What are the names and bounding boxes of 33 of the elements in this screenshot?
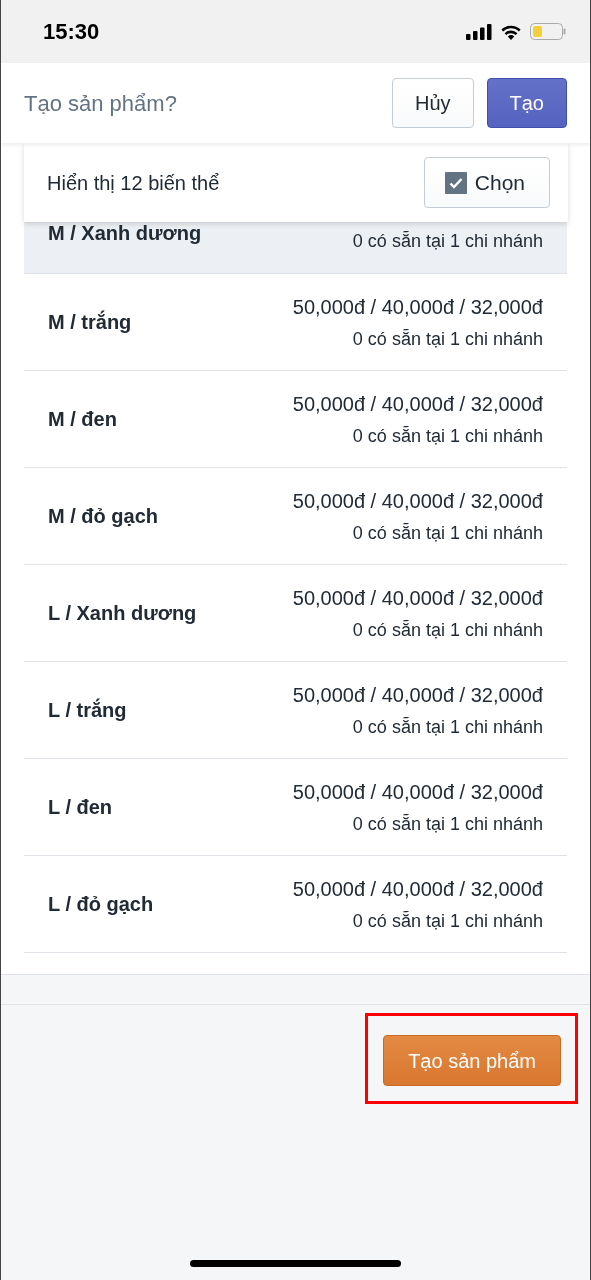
variant-name: L / đen bbox=[48, 795, 113, 820]
cancel-button[interactable]: Hủy bbox=[391, 78, 474, 128]
variant-price: 50,000đ / 40,000đ / 32,000đ bbox=[292, 585, 543, 611]
variant-count-text: Hiển thị 12 biến thể bbox=[47, 170, 220, 196]
variant-stock: 0 có sẵn tại 1 chi nhánh bbox=[351, 618, 543, 642]
variant-name: M / đỏ gạch bbox=[48, 504, 158, 529]
variant-price: 50,000đ / 40,000đ / 32,000đ bbox=[292, 876, 543, 902]
variant-stock: 0 có sẵn tại 1 chi nhánh bbox=[351, 715, 543, 739]
variant-price: 50,000đ / 40,000đ / 32,000đ bbox=[292, 779, 543, 805]
signal-icon bbox=[466, 23, 492, 40]
variant-stock: 0 có sẵn tại 1 chi nhánh bbox=[351, 327, 543, 351]
variant-stock: 0 có sẵn tại 1 chi nhánh bbox=[351, 909, 543, 933]
battery-icon bbox=[530, 23, 566, 40]
variant-row[interactable]: M / Xanh dương 0 có sẵn tại 1 chi nhánh bbox=[24, 222, 567, 274]
status-time: 15:30 bbox=[43, 18, 100, 46]
variant-name: L / Xanh dương bbox=[48, 601, 197, 626]
variant-stock: 0 có sẵn tại 1 chi nhánh bbox=[351, 812, 543, 836]
variant-name: L / trắng bbox=[48, 697, 127, 723]
variant-name: M / trắng bbox=[48, 309, 132, 335]
dialog-title: Tạo sản phẩm? bbox=[24, 89, 177, 118]
variant-name: M / đen bbox=[48, 407, 117, 432]
variant-stock: 0 có sẵn tại 1 chi nhánh bbox=[352, 230, 543, 253]
variant-price: 50,000đ / 40,000đ / 32,000đ bbox=[292, 488, 543, 514]
variant-price: 50,000đ / 40,000đ / 32,000đ bbox=[292, 391, 543, 417]
wifi-icon bbox=[500, 23, 522, 40]
variant-name: M / Xanh dương bbox=[48, 222, 202, 244]
variant-name: L / đỏ gạch bbox=[48, 892, 154, 917]
variant-price: 50,000đ / 40,000đ / 32,000đ bbox=[292, 294, 543, 320]
variant-price: 50,000đ / 40,000đ / 32,000đ bbox=[292, 682, 543, 708]
variant-stock: 0 có sẵn tại 1 chi nhánh bbox=[351, 424, 543, 448]
variant-stock: 0 có sẵn tại 1 chi nhánh bbox=[351, 521, 543, 545]
create-button[interactable]: Tạo bbox=[486, 78, 567, 128]
select-button[interactable]: Chọn bbox=[423, 157, 550, 208]
